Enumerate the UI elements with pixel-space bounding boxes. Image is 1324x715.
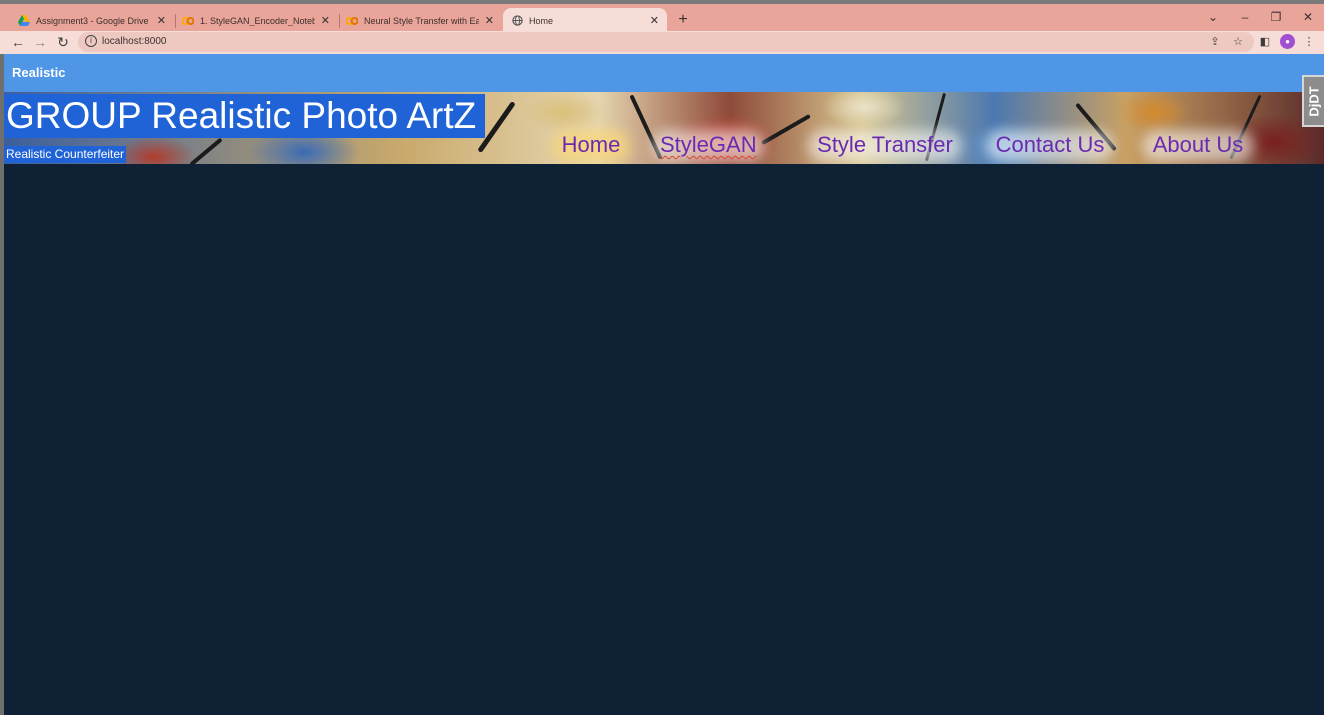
main-nav: Home StyleGAN Style Transfer Contact Us …	[4, 92, 1324, 164]
colab-icon	[182, 15, 194, 27]
browser-tab-google-drive[interactable]: Assignment3 - Google Drive ✕	[10, 8, 174, 33]
navbar-brand[interactable]: Realistic	[12, 65, 65, 80]
browser-toolbar: ← → ↻ i localhost:8000 ⇪ ☆ ◧ ● ⋮	[0, 31, 1324, 54]
tab-title: Home	[529, 15, 554, 26]
tab-title: Assignment3 - Google Drive	[36, 15, 149, 26]
forward-arrow-icon[interactable]: →	[32, 33, 48, 51]
menu-kebab-icon[interactable]: ⋮	[1302, 35, 1316, 48]
minimize-button[interactable]: –	[1238, 10, 1252, 24]
header-banner: GROUP Realistic Photo ArtZ Realistic Cou…	[4, 92, 1324, 164]
close-window-button[interactable]: ✕	[1301, 10, 1315, 24]
share-icon[interactable]: ⇪	[1208, 35, 1222, 48]
close-tab-icon[interactable]: ✕	[485, 14, 494, 27]
nav-link-home[interactable]: Home	[560, 128, 622, 162]
browser-tab-neural-style-transfer[interactable]: Neural Style Transfer with Eager E ✕	[338, 8, 502, 33]
main-content-area	[4, 164, 1324, 715]
nav-link-style-transfer[interactable]: Style Transfer	[816, 128, 954, 162]
nav-link-label: Home	[561, 132, 621, 157]
nav-link-label: Style Transfer	[817, 132, 953, 157]
profile-avatar[interactable]: ●	[1280, 34, 1295, 49]
nav-link-label: Contact Us	[995, 132, 1105, 157]
tab-title: 1. StyleGAN_Encoder_Notebook.	[200, 15, 315, 26]
nav-link-about-us[interactable]: About Us	[1150, 128, 1246, 162]
close-tab-icon[interactable]: ✕	[650, 14, 659, 27]
web-page: Realistic GROUP Realistic Photo ArtZ Rea…	[4, 54, 1324, 715]
browser-tab-strip: Assignment3 - Google Drive ✕ 1. StyleGAN…	[0, 0, 1324, 33]
close-tab-icon[interactable]: ✕	[157, 14, 166, 27]
address-bar[interactable]: i localhost:8000	[78, 32, 1254, 52]
browser-tab-stylegan-notebook[interactable]: 1. StyleGAN_Encoder_Notebook. ✕	[174, 8, 338, 33]
top-navbar: Realistic	[4, 54, 1324, 92]
close-tab-icon[interactable]: ✕	[321, 14, 330, 27]
nav-link-label: About Us	[1152, 132, 1244, 157]
nav-link-label: StyleGAN	[660, 132, 757, 157]
colab-icon	[346, 15, 358, 27]
tab-search-icon[interactable]: ⌄	[1206, 10, 1220, 24]
new-tab-button[interactable]: +	[676, 11, 690, 29]
browser-tab-home[interactable]: Home ✕	[503, 8, 667, 33]
url-text: localhost:8000	[102, 36, 167, 47]
tab-title: Neural Style Transfer with Eager E	[364, 15, 479, 26]
bookmark-star-icon[interactable]: ☆	[1231, 35, 1245, 48]
side-panel-icon[interactable]: ◧	[1258, 35, 1272, 48]
nav-link-contact-us[interactable]: Contact Us	[994, 128, 1106, 162]
nav-link-stylegan[interactable]: StyleGAN	[660, 128, 757, 162]
back-arrow-icon[interactable]: ←	[10, 33, 26, 51]
reload-icon[interactable]: ↻	[55, 33, 71, 51]
google-drive-icon	[18, 15, 30, 27]
site-info-icon[interactable]: i	[85, 35, 97, 47]
globe-icon	[511, 15, 523, 27]
restore-button[interactable]: ❐	[1269, 10, 1283, 24]
